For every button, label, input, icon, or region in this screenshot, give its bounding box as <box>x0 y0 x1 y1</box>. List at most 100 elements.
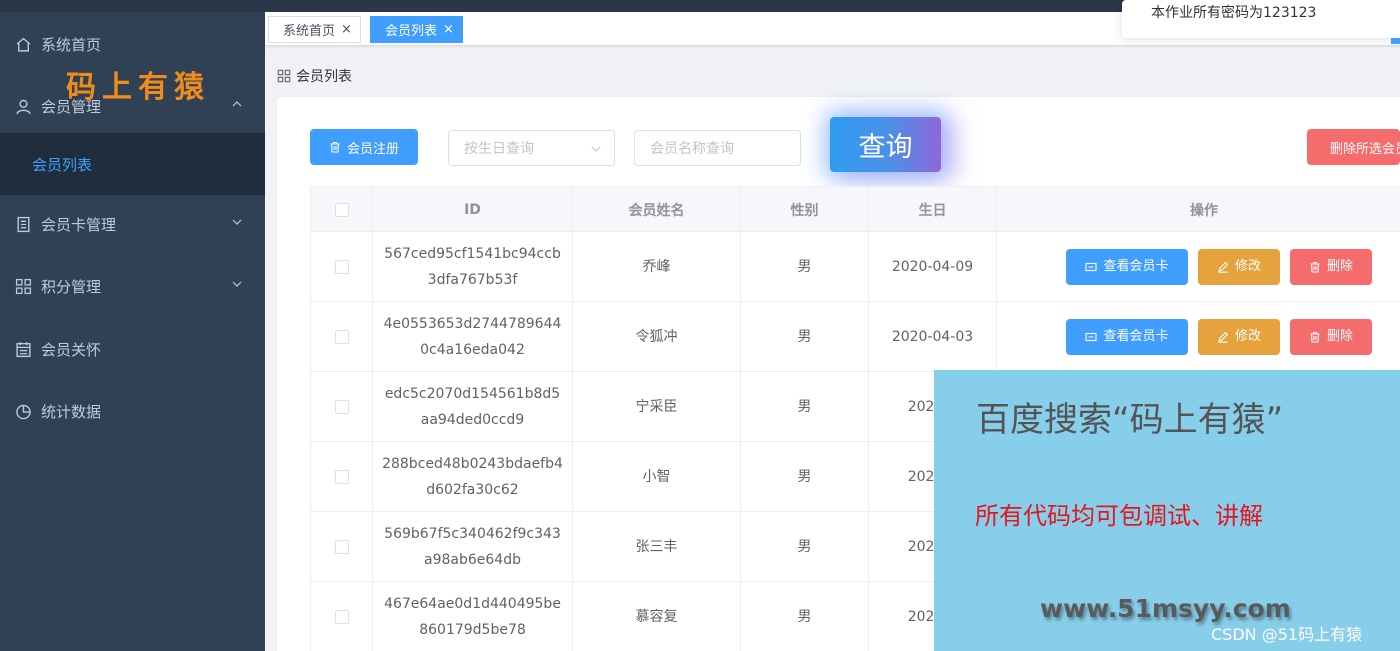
promo-subtitle: 所有代码均可包调试、讲解 <box>975 502 1263 530</box>
sidebar-item-label: 会员卡管理 <box>41 215 117 234</box>
name-placeholder: 会员名称查询 <box>650 141 734 157</box>
row-checkbox[interactable] <box>334 610 349 624</box>
id-cell: 567ced95cf1541bc94ccb 3dfa767b53f <box>373 232 573 302</box>
button-label: 修改 <box>1234 329 1261 344</box>
user-icon <box>13 96 33 116</box>
name-cell: 宁采臣 <box>573 372 741 442</box>
tab-label: 会员列表 <box>385 24 438 39</box>
column-header-gender: 性别 <box>741 187 869 233</box>
promo-url: www.51msyy.com <box>1040 594 1291 623</box>
name-cell: 乔峰 <box>573 232 741 302</box>
select-all-checkbox[interactable] <box>334 203 349 217</box>
id-part: 860179d5be78 <box>419 622 526 638</box>
id-cell: 569b67f5c340462f9c343 a98ab6e64db <box>373 512 573 582</box>
row-checkbox[interactable] <box>334 400 349 414</box>
id-cell: 467e64ae0d1d440495be 860179d5be78 <box>373 582 573 651</box>
row-checkbox[interactable] <box>334 470 349 484</box>
grid-icon <box>277 69 291 83</box>
select-cell <box>311 582 373 651</box>
row-checkbox[interactable] <box>334 260 349 274</box>
query-button[interactable]: 查询 <box>830 117 941 172</box>
actions-cell: 查看会员卡 修改 删除 <box>997 302 1400 372</box>
id-cell: edc5c2070d154561b8d5 aa94ded0ccd9 <box>373 372 573 442</box>
close-icon[interactable]: × <box>341 22 352 37</box>
sidebar-item-statistics[interactable]: 统计数据 <box>0 383 265 439</box>
notice-popup: 本作业所有密码为123123 <box>1122 0 1400 38</box>
trash-icon <box>330 141 340 153</box>
id-part: 3dfa767b53f <box>427 272 518 288</box>
edit-icon <box>1218 331 1229 343</box>
name-cell: 张三丰 <box>573 512 741 582</box>
button-label: 修改 <box>1234 259 1261 274</box>
pie-chart-icon <box>13 401 33 421</box>
button-label: 删除所选会员 <box>1330 141 1400 157</box>
edit-button[interactable]: 修改 <box>1198 319 1280 355</box>
view-card-button[interactable]: 查看会员卡 <box>1066 249 1188 285</box>
delete-button[interactable]: 删除 <box>1290 249 1372 285</box>
tab-member-list[interactable]: 会员列表 × <box>370 16 463 43</box>
gender-cell: 男 <box>741 442 869 512</box>
name-cell: 小智 <box>573 442 741 512</box>
tab-home[interactable]: 系统首页 × <box>268 16 361 43</box>
sidebar-item-label: 系统首页 <box>41 35 102 54</box>
sidebar: 系统首页 会员管理 会员列表 会员卡管理 积分管理 会员关怀 统计数据 <box>0 12 265 651</box>
birthday-placeholder: 按生日查询 <box>464 141 534 157</box>
row-checkbox[interactable] <box>334 540 349 554</box>
grid-icon <box>13 276 33 296</box>
column-header-actions: 操作 <box>1190 203 1218 219</box>
delete-button[interactable]: 删除 <box>1290 319 1372 355</box>
close-icon[interactable]: × <box>443 22 454 37</box>
card-icon <box>1085 332 1098 342</box>
edit-icon <box>1218 261 1229 273</box>
delete-selected-button[interactable]: 删除所选会员 <box>1307 129 1400 165</box>
chevron-down-icon <box>232 219 242 225</box>
id-part: 467e64ae0d1d440495be <box>384 596 561 612</box>
view-card-button[interactable]: 查看会员卡 <box>1066 319 1188 355</box>
sidebar-item-member-care[interactable]: 会员关怀 <box>0 321 265 377</box>
edit-button[interactable]: 修改 <box>1198 249 1280 285</box>
button-label: 删除 <box>1326 259 1353 274</box>
gender-cell: 男 <box>741 232 869 302</box>
id-part: edc5c2070d154561b8d5 <box>384 386 561 402</box>
promo-banner: 百度搜索“码上有猿” 所有代码均可包调试、讲解 www.51msyy.com <box>934 370 1400 651</box>
notice-accent <box>1391 38 1400 44</box>
id-part: a98ab6e64db <box>424 552 521 568</box>
trash-icon <box>1310 261 1320 273</box>
breadcrumb-label: 会员列表 <box>296 69 352 85</box>
select-all-cell <box>311 187 373 233</box>
select-cell <box>311 302 373 372</box>
id-part: d602fa30c62 <box>426 482 519 498</box>
select-cell <box>311 442 373 512</box>
id-part: aa94ded0ccd9 <box>420 412 525 428</box>
gender-cell: 男 <box>741 302 869 372</box>
gender-cell: 男 <box>741 512 869 582</box>
birthday-select[interactable]: 按生日查询 <box>448 130 615 166</box>
row-checkbox[interactable] <box>334 330 349 344</box>
birthday-cell: 2020-04-03 <box>869 302 997 372</box>
table-row: 4e0553653d2744789644 0c4a16eda042 令狐冲 男 2… <box>310 302 1400 372</box>
member-name-search-input[interactable]: 会员名称查询 <box>634 130 801 166</box>
select-cell <box>311 232 373 302</box>
select-cell <box>311 372 373 442</box>
chevron-down-icon <box>232 281 242 287</box>
document-icon <box>13 214 33 234</box>
button-label: 查看会员卡 <box>1103 259 1169 274</box>
sidebar-item-points-management[interactable]: 积分管理 <box>0 258 265 314</box>
sidebar-item-member-card-management[interactable]: 会员卡管理 <box>0 196 265 252</box>
button-label: 查看会员卡 <box>1103 329 1169 344</box>
birthday-cell: 2020-04-09 <box>869 232 997 302</box>
sidebar-item-label: 积分管理 <box>41 277 102 296</box>
gender-cell: 男 <box>741 372 869 442</box>
select-cell <box>311 512 373 582</box>
id-part: 569b67f5c340462f9c343 <box>384 526 561 542</box>
button-label: 会员注册 <box>346 141 399 157</box>
table-header: ID 会员姓名 性别 生日 操作 <box>310 186 1400 233</box>
chevron-up-icon <box>232 101 242 107</box>
id-cell: 4e0553653d2744789644 0c4a16eda042 <box>373 302 573 372</box>
gender-cell: 男 <box>741 582 869 651</box>
breadcrumb: 会员列表 <box>277 66 352 86</box>
sidebar-item-label: 统计数据 <box>41 402 102 421</box>
sidebar-subitem-member-list[interactable]: 会员列表 <box>32 154 92 175</box>
register-member-button[interactable]: 会员注册 <box>310 129 418 165</box>
actions-cell: 查看会员卡 修改 删除 <box>997 232 1400 302</box>
